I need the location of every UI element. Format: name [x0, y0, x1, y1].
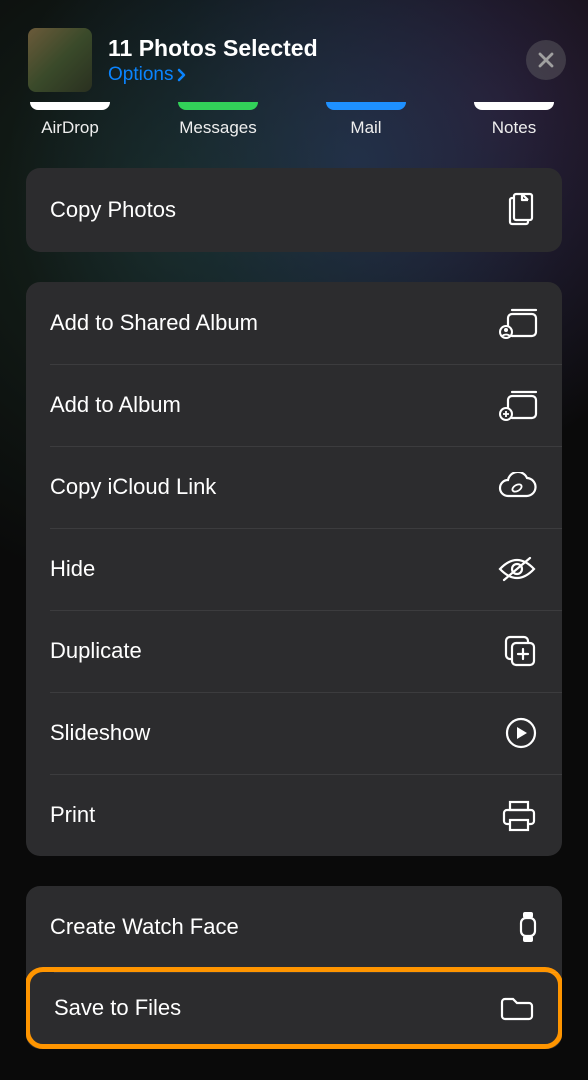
- chevron-right-icon: [177, 68, 187, 82]
- share-targets-row: AirDrop Messages Mail Notes: [0, 102, 588, 138]
- row-label: Create Watch Face: [50, 914, 239, 940]
- copy-icon: [504, 190, 538, 230]
- share-target-label: Mail: [350, 118, 381, 138]
- duplicate-button[interactable]: Duplicate: [26, 610, 562, 692]
- save-to-files-button[interactable]: Save to Files: [26, 967, 562, 1049]
- close-icon: [537, 51, 555, 69]
- messages-icon: [178, 102, 258, 110]
- share-target-airdrop[interactable]: AirDrop: [30, 102, 110, 138]
- printer-icon: [500, 798, 538, 832]
- row-label: Copy Photos: [50, 197, 176, 223]
- share-target-label: Notes: [492, 118, 536, 138]
- row-label: Hide: [50, 556, 95, 582]
- share-target-mail[interactable]: Mail: [326, 102, 406, 138]
- shared-album-icon: [498, 306, 538, 340]
- share-sheet-header: 11 Photos Selected Options: [0, 0, 588, 110]
- airdrop-icon: [30, 102, 110, 110]
- add-to-album-button[interactable]: Add to Album: [26, 364, 562, 446]
- row-label: Save to Files: [54, 995, 181, 1021]
- watch-icon: [518, 910, 538, 944]
- copy-section: Copy Photos: [26, 168, 562, 252]
- add-to-shared-album-button[interactable]: Add to Shared Album: [26, 282, 562, 364]
- selection-title: 11 Photos Selected: [108, 35, 510, 62]
- share-target-label: AirDrop: [41, 118, 99, 138]
- notes-icon: [474, 102, 554, 110]
- icloud-link-icon: [496, 472, 538, 502]
- copy-photos-button[interactable]: Copy Photos: [26, 168, 562, 252]
- close-button[interactable]: [526, 40, 566, 80]
- row-label: Add to Shared Album: [50, 310, 258, 336]
- more-section: Create Watch Face Save to Files: [26, 886, 562, 1049]
- create-watch-face-button[interactable]: Create Watch Face: [26, 886, 562, 968]
- row-label: Copy iCloud Link: [50, 474, 216, 500]
- hide-button[interactable]: Hide: [26, 528, 562, 610]
- row-label: Duplicate: [50, 638, 142, 664]
- folder-icon: [498, 994, 534, 1022]
- row-label: Add to Album: [50, 392, 181, 418]
- share-target-notes[interactable]: Notes: [474, 102, 554, 138]
- actions-section: Add to Shared Album Add to Album Copy iC…: [26, 282, 562, 856]
- album-add-icon: [498, 388, 538, 422]
- play-circle-icon: [504, 716, 538, 750]
- slideshow-button[interactable]: Slideshow: [26, 692, 562, 774]
- options-label: Options: [108, 64, 173, 86]
- options-button[interactable]: Options: [108, 64, 510, 86]
- eye-slash-icon: [496, 554, 538, 584]
- share-target-label: Messages: [179, 118, 256, 138]
- thumbnail: [28, 28, 92, 92]
- row-label: Print: [50, 802, 95, 828]
- row-label: Slideshow: [50, 720, 150, 746]
- copy-icloud-link-button[interactable]: Copy iCloud Link: [26, 446, 562, 528]
- print-button[interactable]: Print: [26, 774, 562, 856]
- mail-icon: [326, 102, 406, 110]
- duplicate-icon: [502, 633, 538, 669]
- share-target-messages[interactable]: Messages: [178, 102, 258, 138]
